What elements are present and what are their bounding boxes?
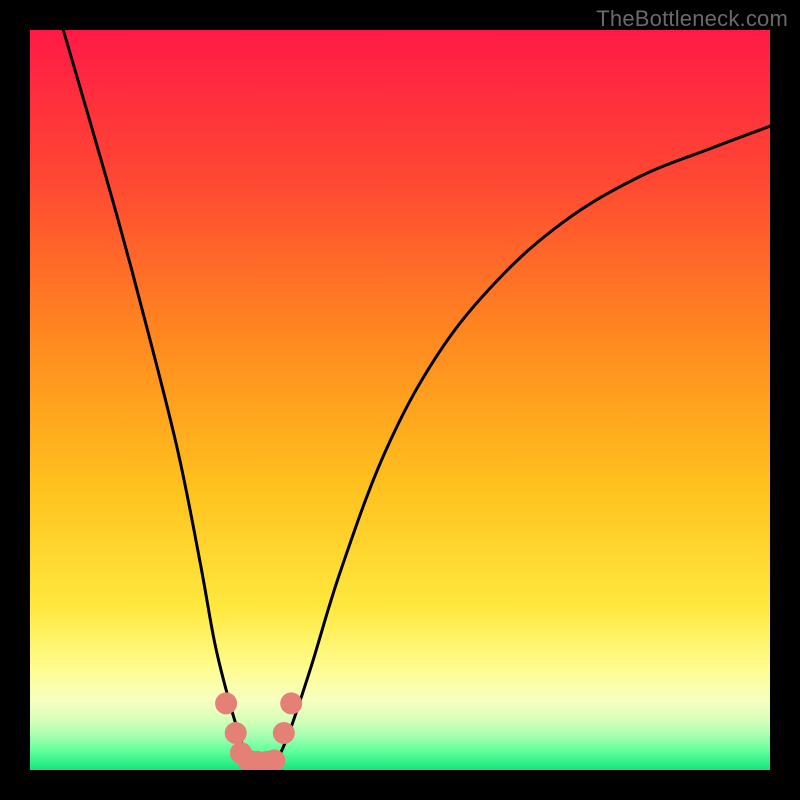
plot-area: [30, 30, 770, 770]
data-marker: [215, 692, 237, 714]
data-marker: [273, 722, 295, 744]
curve-left-branch: [63, 30, 248, 766]
watermark-text: TheBottleneck.com: [596, 6, 788, 32]
data-marker: [225, 722, 247, 744]
curves-layer: [30, 30, 770, 770]
chart-frame: TheBottleneck.com: [0, 0, 800, 800]
marker-group: [215, 692, 302, 770]
data-marker: [280, 692, 302, 714]
curve-right-branch: [274, 126, 770, 766]
